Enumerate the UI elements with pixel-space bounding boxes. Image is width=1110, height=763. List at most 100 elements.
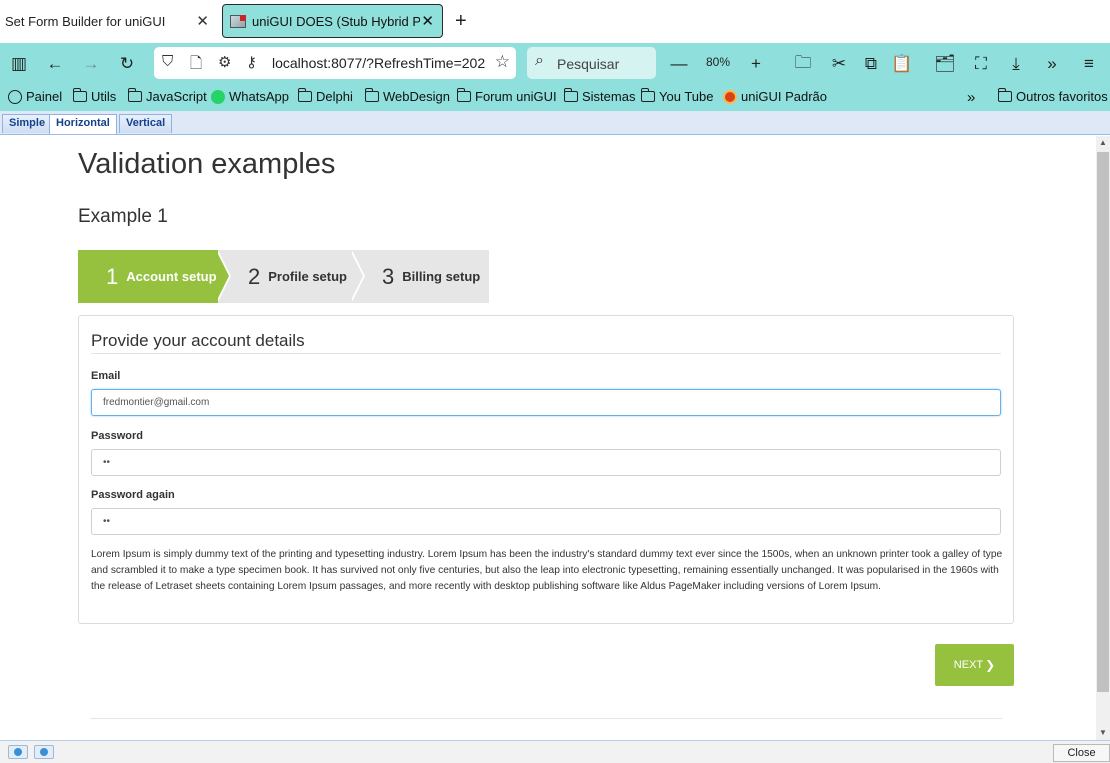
bookmarks-bar: Painel Utils JavaScript WhatsApp Delphi … [0,84,1110,111]
step-number: 3 [382,263,395,289]
telegram-icon[interactable] [8,745,28,759]
scrollbar-thumb[interactable] [1097,152,1109,692]
tab-horizontal[interactable]: Horizontal [49,114,117,134]
status-bar: Close [0,740,1110,763]
step-label: Profile setup [268,269,347,284]
search-icon: ⌕ [535,52,544,69]
bookmark-delphi[interactable]: Delphi [298,88,353,104]
browser-tab[interactable]: Set Form Builder for uniGUI ✕ [0,4,218,38]
permissions-icon[interactable]: ⚙ [218,53,231,71]
zoom-out-button[interactable]: — [666,51,692,77]
cut-icon[interactable]: ✂ [826,51,852,77]
divider [91,353,1001,354]
bookmark-outros-favoritos[interactable]: Outros favoritos [998,88,1108,104]
scroll-down-icon[interactable]: ▼ [1096,726,1110,740]
wizard-step-account-setup[interactable]: 1 Account setup [78,250,218,303]
step-arrow [216,250,229,302]
step-label: Billing setup [402,269,481,284]
close-tab-icon[interactable]: ✕ [196,12,209,30]
tab-vertical[interactable]: Vertical [119,114,173,133]
globe-icon [8,89,22,104]
bookmark-youtube[interactable]: You Tube [641,88,713,104]
bookmark-utils[interactable]: Utils [73,88,116,104]
panel-title: Provide your account details [91,331,305,350]
back-icon[interactable]: ← [42,51,68,77]
bookmark-star-icon[interactable]: ☆ [495,52,510,72]
whatsapp-icon [211,89,225,104]
folder-icon [641,88,655,102]
next-label: NEXT [953,659,984,671]
browser-tab-active[interactable]: uniGUI DOES (Stub Hybrid Project) ✕ [222,4,443,38]
url-text[interactable]: localhost:8077/?RefreshTime=202 [272,55,486,71]
unigui-icon [723,89,737,104]
zoom-level[interactable]: 80% [698,55,738,69]
bookmarks-overflow-icon[interactable]: » [967,89,975,106]
shield-icon[interactable]: ⛉ [162,53,173,70]
search-bar[interactable]: ⌕ Pesquisar [527,47,656,79]
step-label: Account setup [126,269,217,284]
forward-icon[interactable]: → [78,51,104,77]
step-number: 2 [248,263,261,289]
page-content: Validation examples Example 1 1 Account … [0,136,1096,740]
step-number: 1 [106,263,119,289]
overflow-chevron-icon[interactable]: » [1039,51,1065,77]
menu-icon[interactable]: ≡ [1076,51,1102,77]
email-field[interactable]: fredmontier@gmail.com [91,389,1001,416]
bookmark-unigui-padrao[interactable]: uniGUI Padrão [723,89,827,104]
bookmark-forum-unigui[interactable]: Forum uniGUI [457,88,557,104]
account-details-panel: Provide your account details Email fredm… [78,315,1014,624]
layout-tabs: Simple Horizontal Vertical [0,111,1110,135]
bookmark-sistemas[interactable]: Sistemas [564,88,635,104]
save-to-folder-icon[interactable]: 🗀 [790,51,816,77]
folder-icon [457,88,471,102]
sidebar-toggle-icon[interactable]: ▥ [6,51,32,77]
reload-icon[interactable]: ↻ [114,51,140,77]
close-tab-icon[interactable]: ✕ [421,12,434,30]
password-label: Password [91,430,143,442]
folder-icon [73,88,87,102]
step-arrow [350,250,363,302]
tab-title: Set Form Builder for uniGUI [5,13,166,29]
divider [90,718,1002,719]
password-again-label: Password again [91,489,175,501]
folder-icon [998,88,1012,102]
folder-icon [564,88,578,102]
scroll-up-icon[interactable]: ▲ [1096,136,1110,150]
bookmark-webdesign[interactable]: WebDesign [365,88,450,104]
next-button[interactable]: NEXT ❯ [935,644,1014,686]
description-text: Lorem Ipsum is simply dummy text of the … [91,549,1003,592]
wizard-step-profile-setup[interactable]: 2 Profile setup [218,250,352,303]
collections-icon[interactable]: 🗂 [932,51,958,77]
email-label: Email [91,370,121,382]
tab-simple[interactable]: Simple [2,114,53,133]
new-tab-button[interactable]: + [455,9,467,33]
wizard-steps: 1 Account setup 2 Profile setup 3 Billin… [78,250,489,303]
page-info-icon[interactable]: 🗋 [190,53,202,78]
browser-tab-strip: Set Form Builder for uniGUI ✕ uniGUI DOE… [0,0,1110,43]
copy-icon[interactable]: ⧉ [858,51,884,77]
wizard-step-billing-setup[interactable]: 3 Billing setup [352,250,489,303]
paste-icon[interactable]: 📋 [889,51,915,77]
folder-icon [128,88,142,102]
bookmark-javascript[interactable]: JavaScript [128,88,207,104]
zoom-in-button[interactable]: + [743,51,769,77]
folder-icon [365,88,379,102]
bookmark-whatsapp[interactable]: WhatsApp [211,89,289,104]
globe-icon[interactable] [34,745,54,759]
page-title: Validation examples [78,148,336,180]
folder-icon [298,88,312,102]
download-icon[interactable]: ⤓ [1003,51,1029,77]
vertical-scrollbar[interactable]: ▲ ▼ [1096,136,1110,740]
address-bar[interactable]: ⛉ 🗋 ⚙ ⚷ localhost:8077/?RefreshTime=202 … [154,47,516,79]
search-placeholder: Pesquisar [557,56,620,72]
tab-title: uniGUI DOES (Stub Hybrid Project) [252,13,420,29]
screenshot-icon[interactable]: ⛶ [968,51,994,77]
bookmark-painel[interactable]: Painel [8,89,62,104]
password-again-field[interactable]: •• [91,508,1001,535]
password-field[interactable]: •• [91,449,1001,476]
close-button[interactable]: Close [1053,744,1110,762]
example-title: Example 1 [78,206,168,227]
favicon-icon [230,14,246,28]
key-icon[interactable]: ⚷ [246,53,257,71]
chevron-right-icon: ❯ [985,658,996,672]
